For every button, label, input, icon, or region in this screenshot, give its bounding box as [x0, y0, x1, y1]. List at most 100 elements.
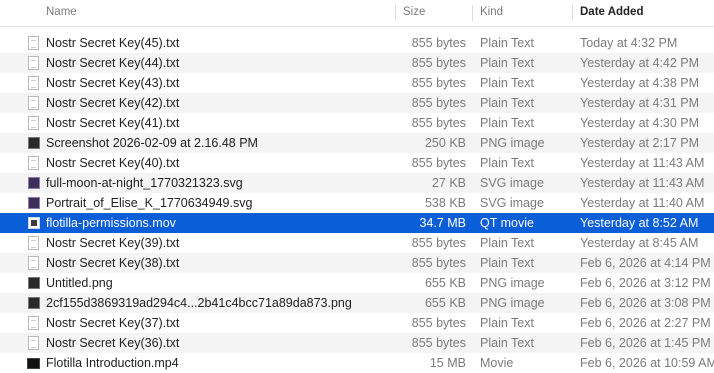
- text-file-icon: [28, 256, 39, 270]
- file-date-added: Yesterday at 2:17 PM: [580, 136, 700, 150]
- file-kind: Plain Text: [480, 316, 534, 330]
- file-date-added: Yesterday at 4:31 PM: [580, 96, 700, 110]
- file-date-added: Yesterday at 8:52 AM: [580, 216, 699, 230]
- file-name: Nostr Secret Key(45).txt: [46, 36, 180, 50]
- file-size: 27 KB: [431, 176, 466, 190]
- file-size: 250 KB: [424, 136, 466, 150]
- file-row[interactable]: Nostr Secret Key(41).txt 855 bytes Plain T…: [0, 113, 714, 133]
- column-header-kind[interactable]: Kind: [480, 0, 503, 26]
- column-divider[interactable]: [472, 5, 473, 21]
- text-file-icon: [28, 316, 39, 330]
- file-row[interactable]: Nostr Secret Key(44).txt 855 bytes Plain T…: [0, 53, 714, 73]
- file-row[interactable]: Nostr Secret Key(38).txt 855 bytes Plain T…: [0, 253, 714, 273]
- text-file-icon: [28, 116, 39, 130]
- file-row[interactable]: Nostr Secret Key(39).txt 855 bytes Plain T…: [0, 233, 714, 253]
- file-date-added: Feb 6, 2026 at 2:27 PM: [580, 316, 711, 330]
- file-name: Nostr Secret Key(42).txt: [46, 96, 180, 110]
- file-kind: Plain Text: [480, 76, 534, 90]
- file-kind: SVG image: [480, 196, 544, 210]
- file-size: 538 KB: [424, 196, 466, 210]
- file-name: Nostr Secret Key(37).txt: [46, 316, 180, 330]
- file-size: 855 bytes: [411, 76, 466, 90]
- file-date-added: Yesterday at 11:43 AM: [580, 176, 705, 190]
- column-divider[interactable]: [572, 5, 573, 21]
- column-header-size[interactable]: Size: [403, 0, 425, 26]
- file-kind: SVG image: [480, 176, 544, 190]
- file-row[interactable]: Nostr Secret Key(42).txt 855 bytes Plain T…: [0, 93, 714, 113]
- column-header-date-added[interactable]: Date Added: [580, 0, 643, 26]
- file-name: Nostr Secret Key(41).txt: [46, 116, 180, 130]
- text-file-icon: [28, 236, 39, 250]
- file-size: 855 bytes: [411, 336, 466, 350]
- file-size: 655 KB: [424, 296, 466, 310]
- file-kind: Plain Text: [480, 116, 534, 130]
- file-kind: Plain Text: [480, 336, 534, 350]
- file-row[interactable]: Screenshot 2026-02-09 at 2.16.48 PM 250 K…: [0, 133, 714, 153]
- file-kind: PNG image: [480, 276, 545, 290]
- text-file-icon: [28, 36, 39, 50]
- file-row[interactable]: 2cf155d3869319ad294c4...2b41c4bcc71a89da…: [0, 293, 714, 313]
- file-size: 34.7 MB: [419, 216, 466, 230]
- file-size: 855 bytes: [411, 236, 466, 250]
- file-name: Untitled.png: [46, 276, 113, 290]
- column-header-name[interactable]: Name: [46, 0, 77, 26]
- file-date-added: Yesterday at 8:45 AM: [580, 236, 699, 250]
- image-file-icon: [28, 297, 40, 309]
- text-file-icon: [28, 96, 39, 110]
- file-name: flotilla-permissions.mov: [46, 216, 176, 230]
- column-divider[interactable]: [395, 5, 396, 21]
- file-size: 855 bytes: [411, 156, 466, 170]
- file-row[interactable]: Nostr Secret Key(37).txt 855 bytes Plain T…: [0, 313, 714, 333]
- svg-file-icon: [28, 197, 40, 209]
- file-size: 655 KB: [424, 276, 466, 290]
- file-size: 855 bytes: [411, 256, 466, 270]
- file-name: Portrait_of_Elise_K_1770634949.svg: [46, 196, 253, 210]
- file-name: Nostr Secret Key(40).txt: [46, 156, 180, 170]
- file-row[interactable]: Nostr Secret Key(45).txt 855 bytes Plain T…: [0, 33, 714, 53]
- svg-file-icon: [28, 177, 40, 189]
- file-row[interactable]: flotilla-permissions.mov 34.7 MB QT movie Y…: [0, 213, 714, 233]
- file-row[interactable]: Nostr Secret Key(40).txt 855 bytes Plain T…: [0, 153, 714, 173]
- text-file-icon: [28, 156, 39, 170]
- file-kind: PNG image: [480, 136, 545, 150]
- file-name: Nostr Secret Key(36).txt: [46, 336, 180, 350]
- file-name: 2cf155d3869319ad294c4...2b41c4bcc71a89da…: [46, 296, 352, 310]
- file-size: 15 MB: [429, 356, 466, 370]
- file-row[interactable]: Untitled.png 655 KB PNG image Feb 6, 2026 a…: [0, 273, 714, 293]
- file-size: 855 bytes: [411, 36, 466, 50]
- file-date-added: Today at 4:32 PM: [580, 36, 678, 50]
- file-date-added: Yesterday at 4:30 PM: [580, 116, 700, 130]
- text-file-icon: [28, 56, 39, 70]
- image-file-icon: [28, 277, 40, 289]
- file-name: Nostr Secret Key(38).txt: [46, 256, 180, 270]
- file-date-added: Yesterday at 11:40 AM: [580, 196, 705, 210]
- file-kind: Plain Text: [480, 96, 534, 110]
- file-name: Nostr Secret Key(43).txt: [46, 76, 180, 90]
- text-file-icon: [28, 76, 39, 90]
- file-size: 855 bytes: [411, 96, 466, 110]
- file-size: 855 bytes: [411, 56, 466, 70]
- file-kind: Plain Text: [480, 256, 534, 270]
- file-name: Nostr Secret Key(39).txt: [46, 236, 180, 250]
- file-kind: Plain Text: [480, 36, 534, 50]
- file-name: full-moon-at-night_1770321323.svg: [46, 176, 243, 190]
- file-name: Flotilla Introduction.mp4: [46, 356, 179, 370]
- file-row[interactable]: Nostr Secret Key(43).txt 855 bytes Plain T…: [0, 73, 714, 93]
- file-kind: QT movie: [480, 216, 534, 230]
- file-name: Screenshot 2026-02-09 at 2.16.48 PM: [46, 136, 258, 150]
- file-kind: Plain Text: [480, 236, 534, 250]
- file-kind: Movie: [480, 356, 514, 370]
- image-file-icon: [28, 137, 40, 149]
- file-row[interactable]: Flotilla Introduction.mp4 15 MB Movie Feb 6…: [0, 353, 714, 373]
- file-row[interactable]: Nostr Secret Key(36).txt 855 bytes Plain T…: [0, 333, 714, 353]
- file-name: Nostr Secret Key(44).txt: [46, 56, 180, 70]
- file-date-added: Feb 6, 2026 at 3:08 PM: [580, 296, 711, 310]
- file-date-added: Feb 6, 2026 at 3:12 PM: [580, 276, 711, 290]
- file-row[interactable]: Portrait_of_Elise_K_1770634949.svg 538 KB…: [0, 193, 714, 213]
- file-kind: PNG image: [480, 296, 545, 310]
- text-file-icon: [28, 336, 39, 350]
- file-date-added: Feb 6, 2026 at 10:59 AM: [580, 356, 714, 370]
- file-row[interactable]: full-moon-at-night_1770321323.svg 27 KB SV…: [0, 173, 714, 193]
- file-date-added: Yesterday at 11:43 AM: [580, 156, 705, 170]
- file-size: 855 bytes: [411, 316, 466, 330]
